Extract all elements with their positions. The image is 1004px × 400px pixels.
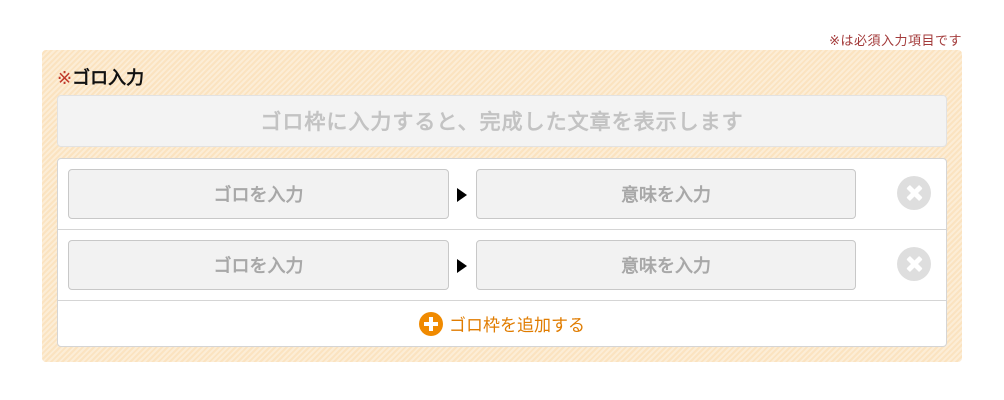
close-circle-icon[interactable] [897, 176, 931, 210]
meaning-input[interactable]: 意味を入力 [476, 169, 856, 219]
goro-row: ゴロを入力 意味を入力 [58, 159, 946, 230]
goro-input-panel: ※ゴロ入力 ゴロ枠に入力すると、完成した文章を表示します ゴロを入力 意味を入力… [42, 50, 962, 362]
triangle-right-icon [457, 188, 467, 202]
goro-rows-box: ゴロを入力 意味を入力 ゴロを入力 意味を入力 ゴロ枠を追加する [57, 158, 947, 347]
required-mark: ※ [57, 68, 73, 89]
plus-circle-icon [419, 311, 443, 336]
add-goro-label: ゴロ枠を追加する [449, 316, 585, 336]
panel-title-text: ゴロ入力 [72, 68, 145, 89]
goro-input[interactable]: ゴロを入力 [68, 169, 449, 219]
add-goro-button[interactable]: ゴロ枠を追加する [58, 301, 946, 346]
panel-title: ※ゴロ入力 [57, 64, 144, 90]
close-circle-icon[interactable] [897, 247, 931, 281]
sentence-preview: ゴロ枠に入力すると、完成した文章を表示します [57, 95, 947, 147]
meaning-input[interactable]: 意味を入力 [476, 240, 856, 290]
triangle-right-icon [457, 259, 467, 273]
goro-row: ゴロを入力 意味を入力 [58, 230, 946, 301]
goro-input[interactable]: ゴロを入力 [68, 240, 449, 290]
required-note: ※は必須入力項目です [829, 34, 962, 49]
